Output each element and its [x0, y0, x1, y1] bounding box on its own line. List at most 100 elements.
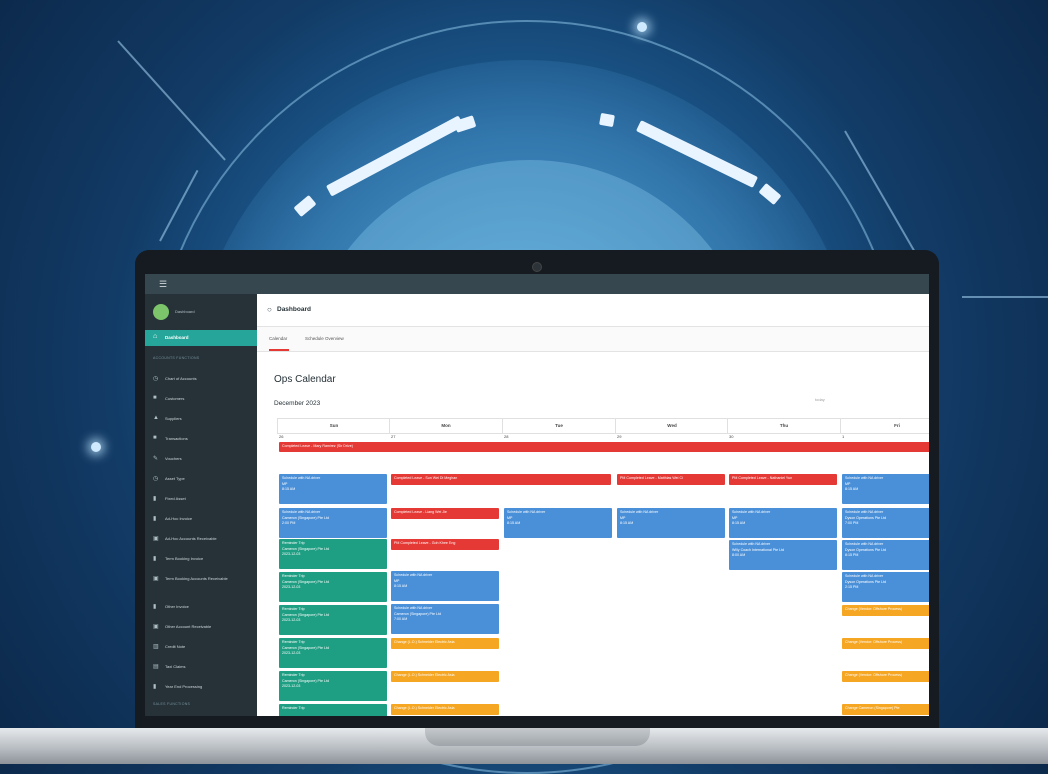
calendar-event[interactable]: Completed Leave - Liang Wei Jie [391, 508, 499, 519]
calendar-event[interactable]: Change (L.O.) Schneider Electric Asia [391, 704, 499, 715]
calendar-event[interactable]: Schedule with NA driver MP 8:15 AM [504, 508, 612, 538]
event-text: 7:00 AM [394, 617, 408, 621]
calendar-event[interactable]: Schedule with NA driver Cameron (Singapor… [391, 604, 499, 634]
sidebar-item-label: Term Booking Invoice [165, 556, 204, 561]
day-header-thu: Thu [727, 418, 840, 434]
event-text: 8:15 PM [845, 553, 859, 557]
sidebar-item-asset-type[interactable]: ◷ Asset Type [145, 472, 257, 486]
event-text: 8:15 AM [394, 584, 408, 588]
calendar-event[interactable]: Schedule with NA driver Willy Coach Inter… [729, 540, 837, 570]
calendar-event[interactable]: Reminder Trip Cameron (Singapore) Pte Ltd… [279, 605, 387, 635]
year-end-icon: ▮ [153, 684, 157, 690]
decor-dash [758, 182, 782, 206]
sidebar-item-year-end-processing[interactable]: ▮ Year End Processing [145, 680, 257, 694]
calendar-event[interactable]: Reminder Trip [279, 704, 387, 716]
sidebar-item-transactions[interactable]: ■ Transactions [145, 432, 257, 446]
date-number[interactable]: 30 [729, 434, 733, 439]
sidebar-item-label: Suppliers [165, 416, 182, 421]
calendar-event[interactable]: Schedule with NA driver Dyson Operations … [842, 508, 929, 538]
calendar-event[interactable]: PM Completed Leave - Nathaniel Yun [729, 474, 837, 485]
sidebar-item-label: Transactions [165, 436, 188, 441]
webcam [532, 262, 542, 272]
sidebar-item-credit-note[interactable]: ▥ Credit Note [145, 640, 257, 654]
calendar-event[interactable]: Schedule with NA driver Dyson Operations … [842, 540, 929, 570]
sidebar-item-term-booking-accounts-receivable[interactable]: ▣ Term Booking Accounts Receivable [145, 572, 257, 586]
dashboard-icon: ○ [267, 305, 272, 314]
user-profile[interactable]: Dashboard [153, 304, 253, 322]
calendar-title: Ops Calendar [274, 374, 336, 385]
sidebar-item-customers[interactable]: ■ Customers [145, 392, 257, 406]
sidebar-item-fixed-asset[interactable]: ▮ Fixed Asset [145, 492, 257, 506]
sidebar-item-label: Ad-Hoc Accounts Receivable [165, 536, 217, 541]
calendar-event[interactable]: PM Completed Leave - Goh Khee Eng [391, 539, 499, 550]
sidebar-item-other-account-receivable[interactable]: ▣ Other Account Receivable [145, 620, 257, 634]
sidebar-item-taxi-claims[interactable]: ▤ Taxi Claims [145, 660, 257, 674]
calendar-event[interactable]: Change (Vendor: Offshore Process) [842, 605, 929, 616]
event-text: Change (L.O.) Schneider Electric Asia [394, 673, 455, 677]
calendar-event[interactable]: Schedule with NA driver MP 8:15 AM [279, 474, 387, 504]
date-number[interactable]: 1 [842, 434, 844, 439]
today-button[interactable]: today [815, 397, 825, 402]
date-number[interactable]: 29 [617, 434, 621, 439]
active-tab-indicator [269, 349, 289, 351]
calendar-event[interactable]: Reminder Trip Cameron (Singapore) Pte Ltd… [279, 671, 387, 701]
decor-dash [325, 115, 465, 197]
sidebar-item-suppliers[interactable]: ▲ Suppliers [145, 412, 257, 426]
calendar-event[interactable]: Change (L.O.) Schneider Electric Asia [391, 638, 499, 649]
hamburger-icon[interactable]: ☰ [159, 279, 167, 290]
invoice-icon: ▮ [153, 516, 157, 522]
page-title: Dashboard [277, 306, 311, 313]
sidebar-item-label: Ad-Hoc Invoice [165, 516, 193, 521]
calendar-event[interactable]: Change (Vendor: Offshore Process) [842, 638, 929, 649]
day-header-tue: Tue [502, 418, 615, 434]
calendar-event[interactable]: Change (L.O.) Schneider Electric Asia [391, 671, 499, 682]
calendar-event[interactable]: Reminder Trip Cameron (Singapore) Pte Ltd… [279, 572, 387, 602]
calendar-event[interactable]: Schedule with NA driver Cameron (Singapor… [279, 508, 387, 538]
date-number[interactable]: 27 [391, 434, 395, 439]
decor-line [844, 130, 921, 262]
customers-icon: ■ [153, 395, 157, 401]
calendar-event[interactable]: Schedule with NA driver MP 8:15 AM [842, 474, 929, 504]
event-text: Completed Leave - Liang Wei Jie [394, 510, 447, 514]
calendar-event[interactable]: Schedule with NA driver MP 8:15 AM [729, 508, 837, 538]
invoice-icon: ▮ [153, 604, 157, 610]
calendar-event[interactable]: Reminder Trip Cameron (Singapore) Pte Ltd… [279, 638, 387, 668]
calendar-event[interactable]: Completed Leave - Sun Wei Di Meghan [391, 474, 611, 485]
calendar-event[interactable]: Change (Vendor: Offshore Process) [842, 671, 929, 682]
calendar-event[interactable]: Schedule with NA driver MP 8:15 AM [617, 508, 725, 538]
sidebar-item-label: Term Booking Accounts Receivable [165, 576, 228, 581]
calendar-event[interactable]: PM Completed Leave - Matthias Wei Ci [617, 474, 725, 485]
tab-schedule-overview[interactable]: Schedule Overview [305, 336, 344, 341]
calendar-event[interactable]: Schedule with NA driver Dyson Operations … [842, 572, 929, 602]
event-text: PM Completed Leave - Matthias Wei Ci [620, 476, 683, 480]
tab-bar: Calendar Schedule Overview [257, 327, 929, 352]
event-text: 8:15 AM [845, 487, 859, 491]
event-text: 2023-12-03 [282, 684, 301, 688]
sidebar-item-other-invoice[interactable]: ▮ Other Invoice [145, 600, 257, 614]
suppliers-icon: ▲ [153, 415, 159, 421]
sidebar-item-dashboard[interactable]: ⌂ Dashboard [145, 330, 257, 346]
calendar-event[interactable]: Schedule with NA driver MP 8:15 AM [391, 571, 499, 601]
date-number[interactable]: 28 [504, 434, 508, 439]
calendar-month: December 2023 [274, 400, 321, 407]
sidebar-item-ad-hoc-accounts-receivable[interactable]: ▣ Ad-Hoc Accounts Receivable [145, 532, 257, 546]
calendar-event[interactable]: Reminder Trip Cameron (Singapore) Pte Ltd… [279, 539, 387, 569]
event-text: 8:15 AM [282, 487, 296, 491]
decor-dash [293, 194, 317, 218]
tab-calendar[interactable]: Calendar [269, 336, 287, 341]
date-number[interactable]: 26 [279, 434, 283, 439]
event-text: PM Completed Leave - Goh Khee Eng [394, 541, 456, 545]
day-header-wed: Wed [615, 418, 728, 434]
sidebar-item-term-booking-invoice[interactable]: ▮ Term Booking Invoice [145, 552, 257, 566]
calendar-event[interactable]: Change Cameron (Singapore) Pte [842, 704, 929, 715]
sidebar-item-label: Other Invoice [165, 604, 189, 609]
sidebar-item-chart-of-accounts[interactable]: ◷ Chart of Accounts [145, 372, 257, 386]
sidebar-item-vouchers[interactable]: ✎ Vouchers [145, 452, 257, 466]
all-day-event[interactable]: Completed Leave - Mary Ramirez (Sir Driv… [279, 442, 929, 452]
decor-line [962, 296, 1048, 298]
avatar [153, 304, 169, 320]
decor-dash [599, 112, 615, 128]
sidebar-item-ad-hoc-invoice[interactable]: ▮ Ad-Hoc Invoice [145, 512, 257, 526]
event-text: Change Cameron (Singapore) Pte [845, 706, 900, 710]
event-text: 8:15 AM [620, 521, 634, 525]
